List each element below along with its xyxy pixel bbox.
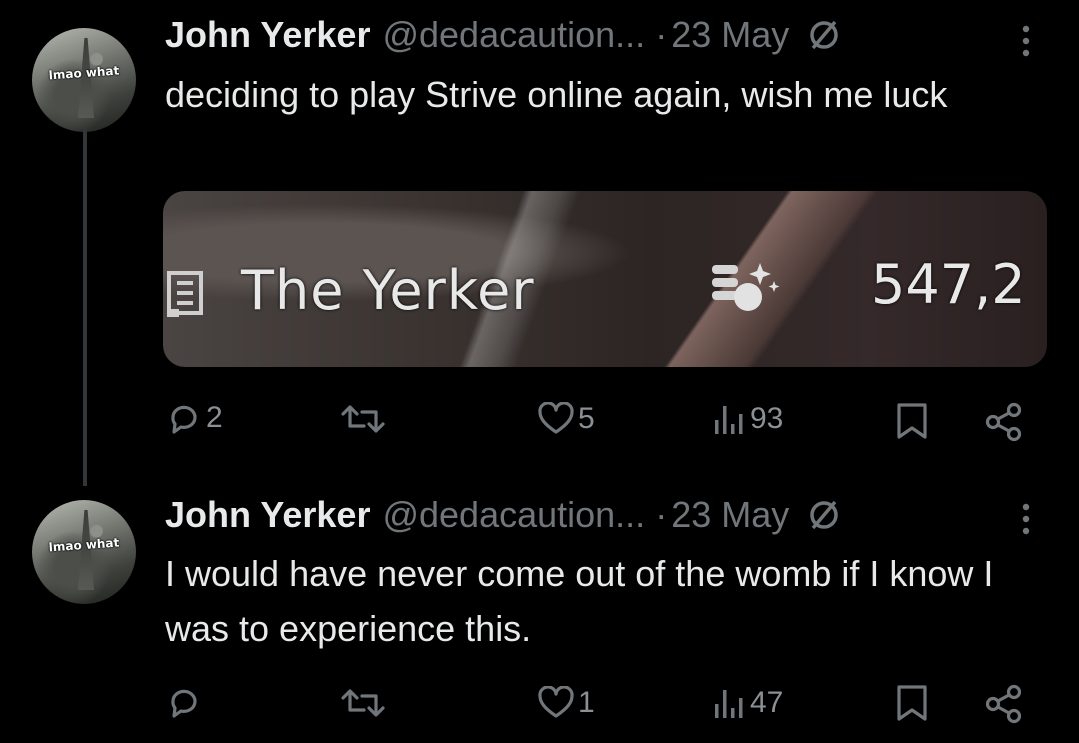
more-icon[interactable] (1020, 24, 1032, 58)
retweet-icon (341, 689, 385, 717)
more-icon[interactable] (1020, 502, 1032, 536)
tweet-date[interactable]: 23 May (671, 14, 789, 56)
author-handle[interactable]: @dedacaution... (382, 14, 645, 56)
bookmark-icon (897, 685, 927, 721)
no-sign-icon (810, 500, 838, 530)
views-count: 93 (750, 402, 784, 435)
bookmark-button[interactable] (895, 684, 929, 722)
bookmark-icon (897, 403, 927, 439)
media-image[interactable]: The Yerker 547,2 (163, 191, 1047, 367)
like-count: 1 (578, 686, 595, 719)
views-icon (715, 406, 743, 434)
reply-count: 2 (206, 401, 223, 434)
player-name: The Yerker (241, 259, 535, 322)
author-name[interactable]: John Yerker (165, 494, 370, 536)
tweet-header: John Yerker @dedacaution... · 23 May (165, 494, 841, 536)
views-button[interactable]: 47 (712, 686, 783, 720)
reply-icon (171, 405, 197, 434)
tweet-text: I would have never come out of the womb … (165, 553, 994, 649)
reply-button[interactable]: 2 (166, 400, 223, 436)
views-count: 47 (750, 686, 784, 719)
retweet-button[interactable] (340, 402, 390, 436)
views-button[interactable]: 93 (712, 402, 783, 436)
share-button[interactable] (984, 402, 1024, 442)
author-handle[interactable]: @dedacaution... (382, 494, 645, 536)
share-icon (985, 402, 1022, 442)
separator-dot: · (655, 494, 668, 535)
separator-dot: · (655, 14, 668, 55)
thread-line (83, 128, 87, 486)
like-button[interactable]: 5 (538, 402, 595, 436)
tweet-date[interactable]: 23 May (671, 494, 789, 536)
like-icon (538, 402, 574, 434)
bookmark-button[interactable] (895, 402, 929, 440)
share-button[interactable] (984, 684, 1024, 724)
coins-icon (712, 263, 780, 311)
no-sign-icon (810, 20, 838, 50)
avatar[interactable]: lmao what (32, 28, 136, 132)
retweet-icon (341, 405, 385, 433)
reply-button[interactable] (166, 684, 206, 720)
author-name[interactable]: John Yerker (165, 14, 370, 56)
like-icon (538, 686, 574, 718)
score-value: 547,2 (871, 253, 1026, 316)
tweet-text: deciding to play Strive online again, wi… (165, 74, 948, 115)
tweet-header: John Yerker @dedacaution... · 23 May (165, 14, 841, 56)
share-icon (985, 684, 1022, 724)
retweet-button[interactable] (340, 686, 390, 720)
game-icon (167, 271, 203, 317)
reply-icon (171, 689, 197, 718)
views-icon (715, 690, 743, 718)
avatar[interactable]: lmao what (32, 500, 136, 604)
like-count: 5 (578, 402, 595, 435)
like-button[interactable]: 1 (538, 686, 595, 720)
